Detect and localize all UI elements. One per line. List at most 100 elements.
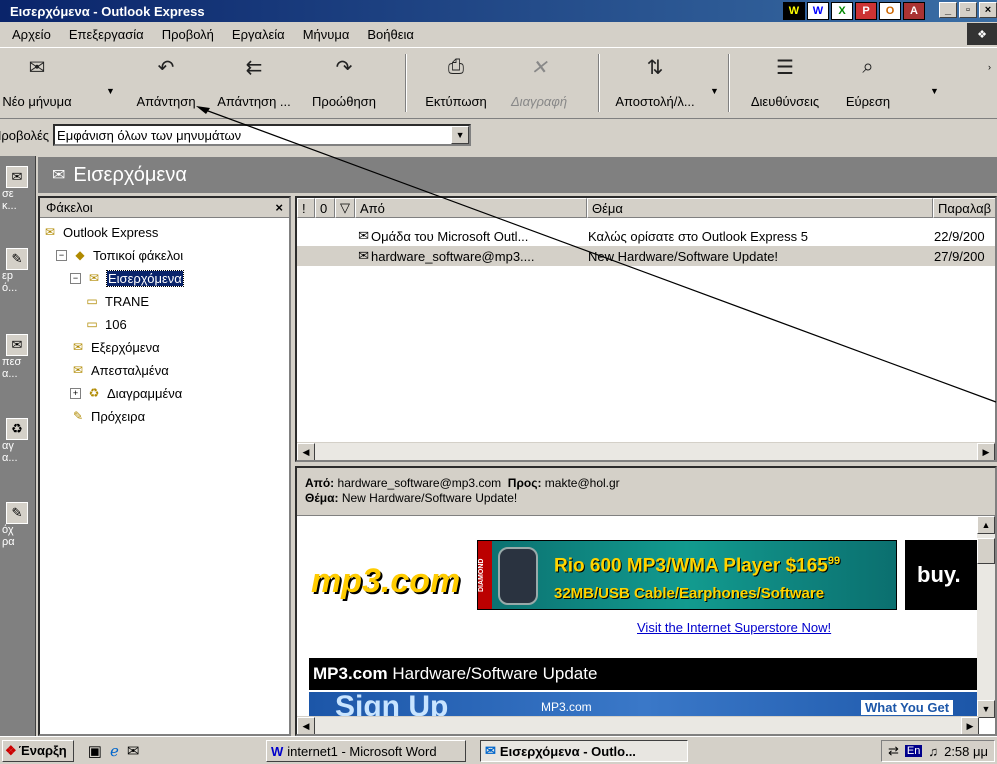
- superstore-link[interactable]: Visit the Internet Superstore Now!: [637, 620, 831, 635]
- message-row[interactable]: ✉ hardware_software@mp3.... New Hardware…: [297, 246, 995, 266]
- find-dropdown-icon[interactable]: ▼: [930, 86, 939, 96]
- folder-tree-item[interactable]: − ✉ Εισερχόμενα: [70, 268, 184, 288]
- task-outlook[interactable]: ✉ Εισερχόμενα - Outlo...: [480, 740, 688, 762]
- expand-icon[interactable]: +: [70, 387, 81, 399]
- start-button[interactable]: ❖ Έναρξη: [2, 739, 74, 762]
- rio-banner[interactable]: DIAMOND Rio 600 MP3/WMA Player $16599 32…: [477, 540, 897, 610]
- scroll-right-icon[interactable]: ▶: [961, 717, 979, 734]
- menu-view[interactable]: Προβολή: [162, 27, 214, 42]
- addresses-button[interactable]: ☰ Διευθύνσεις: [738, 52, 832, 116]
- message-row[interactable]: ✉ Ομάδα του Microsoft Outl... Καλώς ορίσ…: [297, 226, 995, 246]
- banner-buy[interactable]: buy.: [905, 540, 979, 610]
- send-receive-icon: ⇅: [646, 56, 664, 79]
- section-banner: MP3.com Hardware/Software Update: [309, 658, 979, 690]
- word-shortcut-icon[interactable]: W: [807, 2, 829, 20]
- message-list-hscrollbar[interactable]: ◀ ▶: [297, 442, 995, 460]
- reply-icon: ↶: [157, 56, 175, 79]
- forward-button[interactable]: ↷ Προώθηση: [304, 52, 384, 116]
- col-flag[interactable]: ▽: [335, 198, 355, 218]
- col-attachment[interactable]: 0: [315, 198, 335, 218]
- delete-button[interactable]: ✕ Διαγραφή: [502, 52, 576, 116]
- folder-tree-item[interactable]: ✉ Απεσταλμένα: [70, 360, 169, 380]
- minimize-button[interactable]: _: [939, 2, 957, 18]
- restore-button[interactable]: ▫: [959, 2, 977, 18]
- folder-tree-item[interactable]: ✎ Πρόχειρα: [70, 406, 145, 426]
- views-bar: Προβολές Εμφάνιση όλων των μηνυμάτων ▼: [0, 120, 997, 150]
- menu-edit[interactable]: Επεξεργασία: [69, 27, 144, 42]
- title-bar: Εισερχόμενα - Outlook Express W W X P O …: [0, 0, 997, 22]
- views-combobox[interactable]: Εμφάνιση όλων των μηνυμάτων ▼: [53, 124, 472, 146]
- banner-cents: 99: [827, 555, 841, 567]
- menu-help[interactable]: Βοήθεια: [367, 27, 414, 42]
- folder-tree-label: TRANE: [105, 293, 150, 309]
- menu-message[interactable]: Μήνυμα: [303, 27, 350, 42]
- toolbar-more-icon[interactable]: ›: [988, 62, 991, 72]
- folder-tree-item[interactable]: − ◆ Τοπικοί φάκελοι: [56, 245, 183, 265]
- outlook-bar-item[interactable]: ♻ αγ α...: [2, 418, 34, 464]
- desktop-icon[interactable]: ▣: [88, 742, 102, 760]
- scroll-thumb[interactable]: [977, 538, 995, 564]
- language-indicator[interactable]: En: [904, 745, 923, 757]
- mp3-logo[interactable]: mp3.com: [311, 546, 460, 616]
- scroll-up-icon[interactable]: ▲: [977, 516, 995, 534]
- folder-tree-item[interactable]: ▭ TRANE: [84, 291, 149, 311]
- clock: 2:58 μμ: [944, 743, 988, 759]
- reply-all-button[interactable]: ⇇ Απάντηση ...: [208, 52, 300, 116]
- outlook-bar-item[interactable]: ✎ όχ ρα: [2, 502, 34, 548]
- print-button[interactable]: ⎙ Εκτύπωση: [416, 52, 496, 116]
- powerpoint-shortcut-icon[interactable]: P: [855, 2, 877, 20]
- folder-tree-item[interactable]: ▭ 106: [84, 314, 126, 334]
- scroll-left-icon[interactable]: ◀: [297, 717, 315, 734]
- outlook-bar-item[interactable]: ✎ εp ό...: [2, 248, 34, 294]
- col-received[interactable]: Παραλαβ: [933, 198, 995, 218]
- outlook-express-icon[interactable]: ✉: [127, 742, 140, 760]
- office-shortcut-icon[interactable]: W: [783, 2, 805, 20]
- new-message-dropdown-icon[interactable]: ▼: [106, 86, 115, 96]
- col-subject[interactable]: Θέμα: [587, 198, 933, 218]
- access-shortcut-icon[interactable]: A: [903, 2, 925, 20]
- windows-flag-icon: ❖: [5, 742, 17, 758]
- message-list: ! 0 ▽ Από Θέμα Παραλαβ ✉ Ομάδα του Micro…: [295, 196, 997, 462]
- folder-tree-item[interactable]: + ♻ Διαγραμμένα: [70, 383, 182, 403]
- network-icon[interactable]: ⇄: [888, 743, 899, 759]
- close-button[interactable]: ×: [979, 2, 997, 18]
- internet-explorer-icon[interactable]: ℯ: [110, 742, 119, 760]
- volume-icon[interactable]: ♫: [928, 744, 938, 759]
- scroll-right-icon[interactable]: ▶: [977, 443, 995, 460]
- folder-tree-label: Εισερχόμενα: [106, 269, 184, 287]
- preview-subject: New Hardware/Software Update!: [341, 491, 518, 505]
- col-from[interactable]: Από: [355, 198, 587, 218]
- envelope-icon: ✉: [358, 248, 369, 263]
- excel-shortcut-icon[interactable]: X: [831, 2, 853, 20]
- task-word[interactable]: W internet1 - Microsoft Word: [266, 740, 466, 762]
- menu-tools[interactable]: Εργαλεία: [232, 27, 285, 42]
- outlook-bar: ✉ σε κ... ✎ εp ό... ✉ πεσ α... ♻ αγ α...…: [0, 156, 36, 736]
- delete-icon: ✕: [530, 56, 548, 79]
- scroll-left-icon[interactable]: ◀: [297, 443, 315, 460]
- preview-vscrollbar[interactable]: ▲ ▼: [977, 516, 995, 718]
- col-priority[interactable]: !: [297, 198, 315, 218]
- outlook-express-icon: ✉: [485, 743, 496, 758]
- menu-file[interactable]: Αρχείο: [12, 27, 51, 42]
- find-button[interactable]: ⌕ Εύρεση: [838, 52, 898, 116]
- scroll-down-icon[interactable]: ▼: [977, 700, 995, 718]
- outlook-bar-item[interactable]: ✉ σε κ...: [2, 166, 34, 212]
- preview-hscrollbar[interactable]: ◀ ▶: [297, 716, 979, 734]
- send-receive-button[interactable]: ⇅ Αποστολή/λ...: [610, 52, 700, 116]
- print-icon: ⎙: [448, 55, 464, 78]
- new-message-button[interactable]: ✉ Νέο μήνυμα: [2, 52, 72, 116]
- find-icon: ⌕: [862, 55, 874, 78]
- collapse-icon[interactable]: −: [56, 249, 67, 261]
- chevron-down-icon[interactable]: ▼: [451, 126, 470, 144]
- reply-button[interactable]: ↶ Απάντηση: [124, 52, 208, 116]
- outlook-shortcut-icon[interactable]: O: [879, 2, 901, 20]
- folder-tree-item[interactable]: ✉ Outlook Express: [42, 222, 158, 242]
- folder-tree-item[interactable]: ✉ Εξερχόμενα: [70, 337, 160, 357]
- collapse-icon[interactable]: −: [70, 272, 81, 284]
- send-receive-dropdown-icon[interactable]: ▼: [710, 86, 719, 96]
- outlook-bar-item[interactable]: ✉ πεσ α...: [2, 334, 34, 380]
- inbox-shortcut-icon: ✉: [6, 166, 28, 188]
- folder-tree-label: Outlook Express: [63, 224, 159, 240]
- windows-logo-icon: ❖: [967, 23, 997, 45]
- close-icon[interactable]: ×: [275, 200, 283, 215]
